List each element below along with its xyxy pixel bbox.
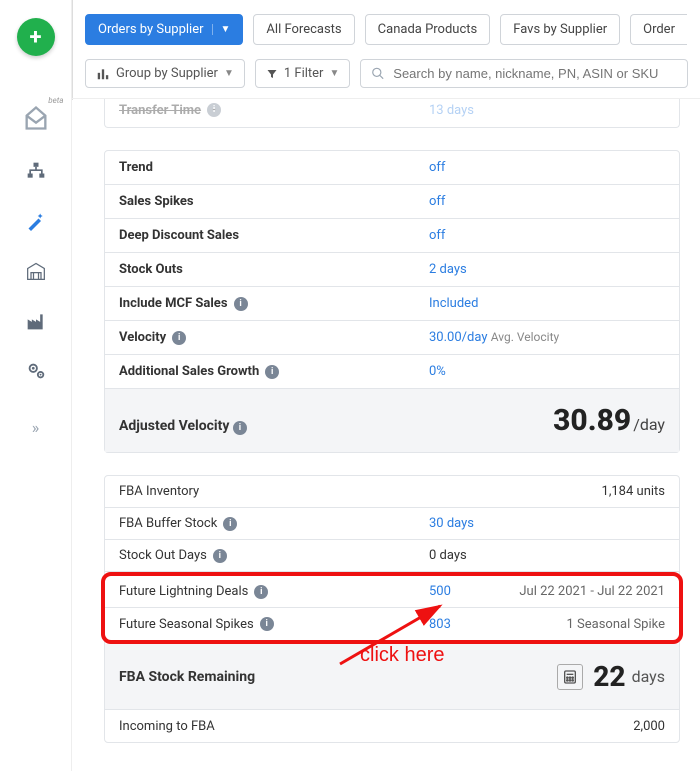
tab-orders-by-supplier[interactable]: Orders by Supplier ▼ xyxy=(85,14,243,45)
sidebar: + beta » xyxy=(0,0,72,771)
info-icon[interactable]: i xyxy=(223,517,237,531)
highlight-callout: Future Lightning Deals i 500 Jul 22 2021 -… xyxy=(101,572,683,644)
info-icon[interactable]: i xyxy=(233,421,247,435)
velocity-label: Velocity xyxy=(119,330,166,345)
search-input[interactable] xyxy=(393,66,677,81)
trend-label: Trend xyxy=(119,160,429,175)
nav-wand-icon[interactable] xyxy=(25,210,47,232)
chevron-down-icon: ▼ xyxy=(329,68,339,79)
growth-label: Additional Sales Growth xyxy=(119,364,259,379)
chevron-down-icon: ▼ xyxy=(224,68,234,79)
fba-remaining-label: FBA Stock Remaining xyxy=(119,669,557,685)
search-box[interactable] xyxy=(360,59,688,88)
tab-all-forecasts[interactable]: All Forecasts xyxy=(253,14,354,45)
info-icon[interactable]: i xyxy=(172,331,186,345)
fba-remaining-unit: days xyxy=(632,667,665,686)
info-icon[interactable]: i xyxy=(213,549,227,563)
velocity-value[interactable]: 30.00/day xyxy=(429,330,487,345)
card-transfer: Transfer Time i 13 days xyxy=(104,98,680,128)
sidebar-expand-icon[interactable]: » xyxy=(32,418,40,437)
info-icon[interactable]: i xyxy=(254,585,268,599)
filter-button[interactable]: 1 Filter ▼ xyxy=(255,59,351,88)
incoming-fba-value: 2,000 xyxy=(489,719,665,734)
sales-spikes-label: Sales Spikes xyxy=(119,194,429,209)
transfer-time-value[interactable]: 13 days xyxy=(429,103,474,118)
app-logo: beta xyxy=(22,104,50,132)
fba-stock-remaining-row: FBA Stock Remaining 22 days xyxy=(105,644,679,710)
view-tabs: Orders by Supplier ▼ All Forecasts Canad… xyxy=(73,0,700,59)
nav-settings-icon[interactable] xyxy=(25,360,47,382)
nav-factory-icon[interactable] xyxy=(25,310,47,332)
stock-outs-value[interactable]: 2 days xyxy=(429,262,467,277)
adjusted-velocity-row: Adjusted Velocity i 30.89/day xyxy=(105,389,679,452)
fba-remaining-value: 22 xyxy=(593,660,625,693)
sales-spikes-value[interactable]: off xyxy=(429,194,445,209)
group-label: Group by Supplier xyxy=(116,66,218,81)
add-button[interactable]: + xyxy=(17,18,55,56)
seasonal-spikes-value[interactable]: 803 xyxy=(429,617,451,632)
stock-outs-label: Stock Outs xyxy=(119,262,429,277)
seasonal-spikes-note: 1 Seasonal Spike xyxy=(489,617,665,632)
velocity-note: Avg. Velocity xyxy=(491,330,559,344)
transfer-time-label: Transfer Time xyxy=(119,103,201,118)
tab-label: Orders by Supplier xyxy=(98,22,204,37)
search-icon xyxy=(371,66,385,81)
lightning-deals-date: Jul 22 2021 - Jul 22 2021 xyxy=(489,584,665,599)
tab-order[interactable]: Order xyxy=(630,14,687,45)
filter-icon xyxy=(266,68,278,80)
growth-value[interactable]: 0% xyxy=(429,364,446,379)
info-icon[interactable]: i xyxy=(260,617,274,631)
chart-icon xyxy=(96,67,110,81)
nav-sitemap-icon[interactable] xyxy=(25,160,47,182)
fba-inventory-value: 1,184 units xyxy=(489,484,665,499)
group-by-button[interactable]: Group by Supplier ▼ xyxy=(85,59,245,88)
card-velocity: Trendoff Sales Spikesoff Deep Discount S… xyxy=(104,150,680,453)
nav-warehouse-icon[interactable] xyxy=(25,260,47,282)
fba-inventory-label: FBA Inventory xyxy=(119,484,429,499)
lightning-deals-label: Future Lightning Deals xyxy=(119,584,248,599)
stockout-days-value: 0 days xyxy=(429,548,489,563)
mcf-value[interactable]: Included xyxy=(429,296,478,311)
toolbar: Group by Supplier ▼ 1 Filter ▼ xyxy=(73,59,700,100)
tab-canada-products[interactable]: Canada Products xyxy=(365,14,491,45)
deep-discount-label: Deep Discount Sales xyxy=(119,228,429,243)
buffer-stock-label: FBA Buffer Stock xyxy=(119,516,217,531)
deep-discount-value[interactable]: off xyxy=(429,228,445,243)
trend-value[interactable]: off xyxy=(429,160,445,175)
card-fba: FBA Inventory 1,184 units FBA Buffer Stoc… xyxy=(104,475,680,743)
chevron-down-icon[interactable]: ▼ xyxy=(212,24,231,35)
filter-label: 1 Filter xyxy=(284,66,324,81)
top-bar: Orders by Supplier ▼ All Forecasts Canad… xyxy=(72,0,700,100)
calculator-icon[interactable] xyxy=(557,664,583,690)
stockout-days-label: Stock Out Days xyxy=(119,548,207,563)
info-icon[interactable]: i xyxy=(207,103,221,117)
adjusted-velocity-unit: /day xyxy=(633,415,665,434)
adjusted-velocity-label: Adjusted Velocity xyxy=(119,418,229,434)
mcf-label: Include MCF Sales xyxy=(119,296,228,311)
tab-favs-by-supplier[interactable]: Favs by Supplier xyxy=(500,14,620,45)
incoming-fba-label: Incoming to FBA xyxy=(119,719,429,734)
info-icon[interactable]: i xyxy=(265,365,279,379)
seasonal-spikes-label: Future Seasonal Spikes xyxy=(119,617,254,632)
info-icon[interactable]: i xyxy=(234,297,248,311)
adjusted-velocity-value: 30.89 xyxy=(553,403,631,438)
content-area: Transfer Time i 13 days Trendoff Sales S… xyxy=(72,98,700,771)
buffer-stock-value[interactable]: 30 days xyxy=(429,516,474,531)
beta-badge: beta xyxy=(48,96,63,105)
lightning-deals-value[interactable]: 500 xyxy=(429,584,451,599)
